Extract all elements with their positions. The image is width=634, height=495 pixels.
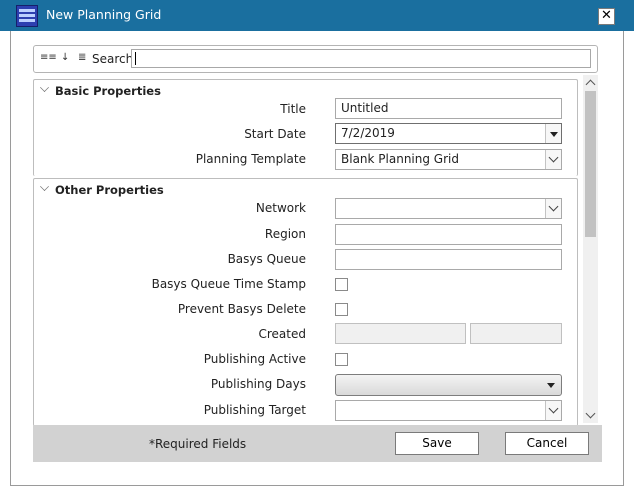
region-field[interactable] <box>335 224 562 245</box>
vertical-scrollbar[interactable] <box>583 75 598 423</box>
created-date-field <box>335 323 466 344</box>
close-icon: ✕ <box>601 8 612 23</box>
required-fields-note: *Required Fields <box>149 437 247 451</box>
categorize-icon[interactable]: ≡≡ <box>40 52 57 63</box>
basys-queue-time-stamp-label: Basys Queue Time Stamp <box>151 277 306 291</box>
start-date-picker[interactable]: 7/2/2019 <box>335 123 562 144</box>
text-caret <box>135 52 136 65</box>
app-icon <box>16 5 38 27</box>
sort-icon[interactable]: ↓ <box>61 52 69 63</box>
basys-queue-time-stamp-checkbox[interactable] <box>335 278 348 291</box>
publishing-target-label: Publishing Target <box>203 403 306 417</box>
chevron-down-icon <box>40 83 49 92</box>
publishing-active-checkbox[interactable] <box>335 353 348 366</box>
planning-template-select[interactable]: Blank Planning Grid <box>335 149 562 170</box>
title-field[interactable]: Untitled <box>335 98 562 119</box>
window-title: New Planning Grid <box>46 7 162 22</box>
dialog-footer: *Required Fields Save Cancel <box>33 425 602 462</box>
chevron-down-icon <box>40 182 49 191</box>
save-button[interactable]: Save <box>395 432 479 455</box>
dropdown-arrow-icon[interactable] <box>545 124 561 143</box>
title-label: Title <box>280 102 306 116</box>
prevent-basys-delete-label: Prevent Basys Delete <box>177 302 306 316</box>
prevent-basys-delete-checkbox[interactable] <box>335 303 348 316</box>
publishing-days-dropdown[interactable] <box>335 374 562 396</box>
cancel-button[interactable]: Cancel <box>505 432 589 455</box>
publishing-days-label: Publishing Days <box>210 377 306 391</box>
chevron-down-icon[interactable] <box>545 150 561 169</box>
created-time-field <box>470 323 562 344</box>
created-label: Created <box>258 327 307 341</box>
property-toolbar: ≡≡ ↓ ≣ Search: <box>33 45 598 73</box>
publishing-target-select[interactable] <box>335 400 562 421</box>
search-input[interactable] <box>131 49 591 68</box>
dropdown-arrow-icon <box>547 383 555 388</box>
title-bar: New Planning Grid ✕ <box>0 0 634 31</box>
scroll-down-icon[interactable] <box>585 408 596 419</box>
close-button[interactable]: ✕ <box>598 8 615 25</box>
region-label: Region <box>264 227 306 241</box>
list-icon[interactable]: ≣ <box>78 52 86 63</box>
publishing-active-label: Publishing Active <box>203 352 306 366</box>
basys-queue-label: Basys Queue <box>227 252 306 266</box>
basys-queue-field[interactable] <box>335 249 562 270</box>
start-date-label: Start Date <box>244 127 306 141</box>
other-properties-header[interactable]: Other Properties <box>38 182 164 197</box>
network-label: Network <box>255 201 306 215</box>
network-select[interactable] <box>335 198 562 219</box>
chevron-down-icon[interactable] <box>545 199 561 218</box>
scrollbar-thumb[interactable] <box>585 91 596 237</box>
basic-properties-header[interactable]: Basic Properties <box>38 83 161 98</box>
chevron-down-icon[interactable] <box>545 401 561 420</box>
scroll-up-icon[interactable] <box>585 79 596 90</box>
planning-template-label: Planning Template <box>195 152 306 166</box>
